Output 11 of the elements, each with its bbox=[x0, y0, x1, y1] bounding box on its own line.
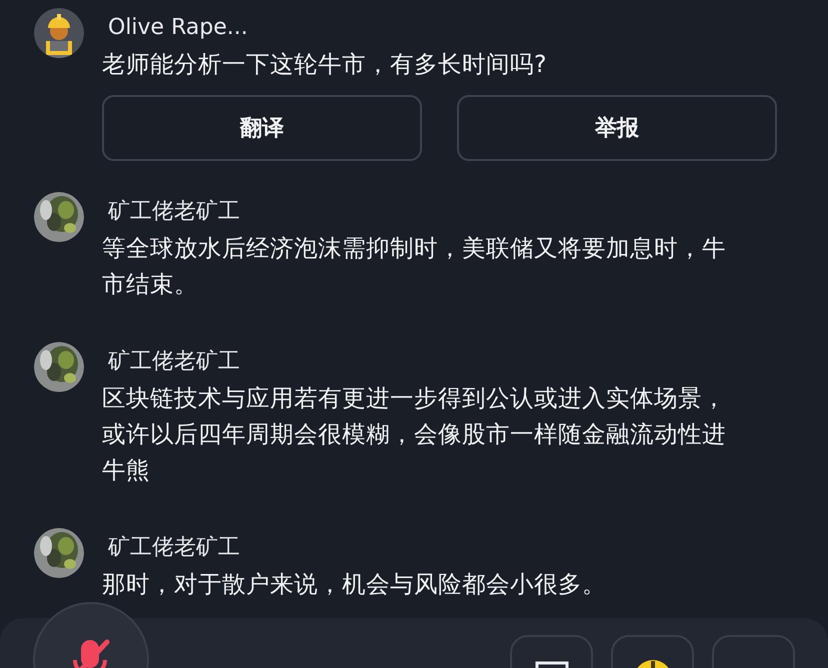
avatar bbox=[34, 8, 84, 58]
user-name: 矿工佬老矿工 bbox=[108, 534, 241, 562]
user-name: Olive Rape... bbox=[108, 14, 249, 42]
user-name: 矿工佬老矿工 bbox=[108, 348, 241, 376]
translate-button[interactable]: 翻译 bbox=[102, 95, 422, 161]
message-text: 等全球放水后经济泡沫需抑制时，美联储又将要加息时，牛 市结束。 bbox=[102, 233, 727, 300]
report-button[interactable]: 举报 bbox=[457, 95, 777, 161]
message-text: 老师能分析一下这轮牛市，有多长时间吗? bbox=[102, 49, 548, 80]
user-name: 矿工佬老矿工 bbox=[108, 198, 241, 226]
message-text: 那时，对于散户来说，机会与风险都会小很多。 bbox=[102, 569, 607, 600]
message-text: 区块链技术与应用若有更进一步得到公认或进入实体场景， 或许以后四年周期会很模糊，会像股市一样随金融流动性进 牛熊 bbox=[102, 383, 727, 486]
